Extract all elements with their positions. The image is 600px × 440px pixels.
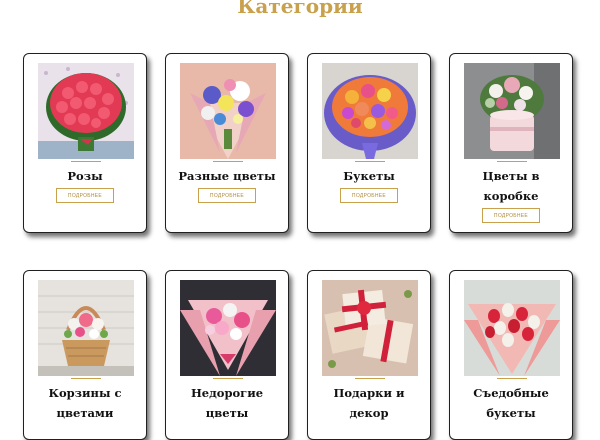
category-card-inexpensive-flowers[interactable]: Недорогие цветы (165, 270, 289, 440)
category-card-gifts-and-decor[interactable]: Подарки и декор (307, 270, 431, 440)
more-button[interactable]: ПОДРОБНЕЕ (198, 188, 256, 203)
colorful-bouquet-image[interactable] (322, 63, 418, 159)
more-button[interactable]: ПОДРОБНЕЕ (340, 188, 398, 203)
category-title[interactable]: Недорогие цветы (170, 383, 284, 423)
category-title[interactable]: Съедобные букеты (454, 383, 568, 423)
category-card-bouquets[interactable]: Букеты ПОДРОБНЕЕ (307, 53, 431, 233)
title-divider (213, 378, 243, 379)
flower-basket-image[interactable] (38, 280, 134, 376)
red-roses-image[interactable] (38, 63, 134, 159)
category-title[interactable]: Разные цветы (170, 166, 284, 186)
title-divider (497, 378, 527, 379)
title-divider (213, 161, 243, 162)
category-title[interactable]: Букеты (312, 166, 426, 186)
strawberry-bouquet-image[interactable] (464, 280, 560, 376)
category-title[interactable]: Корзины с цветами (28, 383, 142, 423)
gift-boxes-image[interactable] (322, 280, 418, 376)
category-title[interactable]: Цветы в коробке (454, 166, 568, 206)
category-card-baskets[interactable]: Корзины с цветами (23, 270, 147, 440)
page-title: Категории (237, 0, 363, 18)
flowers-in-box-image[interactable] (464, 63, 560, 159)
title-divider (71, 378, 101, 379)
title-divider (355, 161, 385, 162)
title-divider (497, 161, 527, 162)
category-title[interactable]: Розы (28, 166, 142, 186)
category-card-roses[interactable]: Розы ПОДРОБНЕЕ (23, 53, 147, 233)
category-card-edible-bouquets[interactable]: Съедобные букеты (449, 270, 573, 440)
title-divider (71, 161, 101, 162)
more-button[interactable]: ПОДРОБНЕЕ (56, 188, 114, 203)
mixed-flowers-image[interactable] (180, 63, 276, 159)
title-divider (355, 378, 385, 379)
pink-bouquet-image[interactable] (180, 280, 276, 376)
category-card-flowers-in-box[interactable]: Цветы в коробке ПОДРОБНЕЕ (449, 53, 573, 233)
more-button[interactable]: ПОДРОБНЕЕ (482, 208, 540, 223)
category-title[interactable]: Подарки и декор (312, 383, 426, 423)
category-card-mixed-flowers[interactable]: Разные цветы ПОДРОБНЕЕ (165, 53, 289, 233)
